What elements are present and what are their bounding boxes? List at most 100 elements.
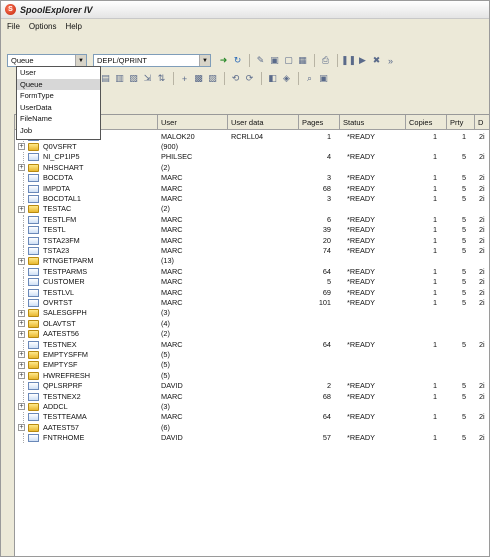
play-icon[interactable]: ▶: [356, 54, 369, 67]
expand-toggle-icon[interactable]: +: [18, 372, 25, 380]
table-row[interactable]: TESTNEX MARC 64 *READY 1 5 2i: [15, 339, 489, 350]
expand-toggle-icon[interactable]: +: [18, 320, 25, 328]
expand-toggle-icon[interactable]: +: [18, 143, 25, 151]
expand-toggle-icon[interactable]: +: [18, 257, 25, 265]
expand-toggle-icon[interactable]: +: [18, 164, 25, 172]
table-row[interactable]: + OLAVTST (4): [15, 319, 489, 329]
queue-combo[interactable]: DEPL/QPRINT ▼: [93, 54, 211, 67]
column-header-priority[interactable]: Prty: [447, 115, 475, 130]
cell-d: [479, 308, 489, 318]
table-row[interactable]: TESTTEAMA MARC 64 *READY 1 5 2i: [15, 412, 489, 423]
table-row[interactable]: TESTNEX2 MARC 68 *READY 1 5 2i: [15, 391, 489, 402]
table-row[interactable]: IMPDTA MARC 68 *READY 1 5 2i: [15, 183, 489, 194]
tool-e-icon[interactable]: ⇅: [155, 72, 168, 85]
add-icon[interactable]: +: [178, 72, 191, 85]
table-row[interactable]: NI_CP1IP5 PHILSEC 4 *READY 1 5 2i: [15, 152, 489, 163]
tree-line: [23, 245, 24, 257]
dropdown-option-filename[interactable]: FileName: [17, 113, 100, 125]
print-icon[interactable]: ⎙: [319, 54, 332, 67]
dropdown-option-formtype[interactable]: FormType: [17, 90, 100, 102]
table-row[interactable]: + AATEST57 (6): [15, 423, 489, 433]
column-header-user[interactable]: User: [158, 115, 228, 130]
tool-b-icon[interactable]: ▥: [113, 72, 126, 85]
more-icon[interactable]: »: [384, 54, 397, 67]
table-row[interactable]: TESTPARMS MARC 64 *READY 1 5 2i: [15, 266, 489, 278]
tool-k-icon[interactable]: ◈: [280, 72, 293, 85]
column-header-pages[interactable]: Pages: [299, 115, 340, 130]
expand-toggle-icon[interactable]: +: [18, 403, 25, 411]
view-type-value: Queue: [11, 56, 34, 65]
table-row[interactable]: TSTA23 MARC 74 *READY 1 5 2i: [15, 245, 489, 257]
tool-d-icon[interactable]: ⇲: [141, 72, 154, 85]
column-header-user-data[interactable]: User data: [228, 115, 299, 130]
column-header-d[interactable]: D: [475, 115, 489, 130]
table-row[interactable]: TSTA23FM MARC 20 *READY 1 5 2i: [15, 235, 489, 246]
expand-toggle-icon[interactable]: +: [18, 424, 25, 432]
tool-icon[interactable]: ✎: [254, 54, 267, 67]
tool-l-icon[interactable]: ▣: [317, 72, 330, 85]
chevron-down-icon[interactable]: ▼: [75, 55, 86, 66]
chevron-down-icon[interactable]: ▼: [199, 55, 210, 66]
table-row[interactable]: + AATEST56 (2): [15, 329, 489, 339]
search-icon[interactable]: ⌕: [303, 72, 316, 85]
table-row[interactable]: + EMPTYSFFM (5): [15, 350, 489, 360]
tool-f-icon[interactable]: ▩: [192, 72, 205, 85]
table-row[interactable]: + TESTAC (2): [15, 204, 489, 214]
column-header-copies[interactable]: Copies: [406, 115, 447, 130]
table-row[interactable]: OVRTST MARC 101 *READY 1 5 2i: [15, 297, 489, 309]
table-row[interactable]: BOCDTAL1 MARC 3 *READY 1 5 2i: [15, 193, 489, 205]
table-row[interactable]: + HWREFRESH (5): [15, 371, 489, 381]
dropdown-option-userdata[interactable]: UserData: [17, 102, 100, 114]
expand-toggle-icon[interactable]: +: [18, 351, 25, 359]
open-icon[interactable]: ▣: [268, 54, 281, 67]
table-row[interactable]: TESTL MARC 39 *READY 1 5 2i: [15, 225, 489, 236]
pause-icon[interactable]: ❚❚: [341, 54, 356, 67]
go-arrow-icon[interactable]: ➜: [217, 54, 230, 67]
table-row[interactable]: FNTRHOME DAVID 57 *READY 1 5 2i: [15, 433, 489, 444]
tool-i-icon[interactable]: ⟳: [243, 72, 256, 85]
cell-user-data: [231, 308, 297, 318]
expand-toggle-icon[interactable]: +: [18, 205, 25, 213]
tool-g-icon[interactable]: ▨: [206, 72, 219, 85]
cell-priority: 5: [461, 183, 466, 193]
tool-j-icon[interactable]: ◧: [266, 72, 279, 85]
cell-status: *READY: [347, 152, 375, 162]
dropdown-option-job[interactable]: Job: [17, 125, 100, 137]
view-type-dropdown-list[interactable]: User Queue FormType UserData FileName Jo…: [16, 66, 101, 140]
table-row[interactable]: QPLSRPRF DAVID 2 *READY 1 5 2i: [15, 381, 489, 392]
table-row[interactable]: TESTLVL MARC 69 *READY 1 5 2i: [15, 287, 489, 298]
cell-copies: 1: [432, 412, 437, 422]
delete-icon[interactable]: ✖: [370, 54, 383, 67]
table-row[interactable]: + ADDCL (3): [15, 402, 489, 412]
document-icon[interactable]: ▢: [282, 54, 295, 67]
expand-toggle-icon[interactable]: +: [18, 361, 25, 369]
refresh-icon[interactable]: ↻: [231, 54, 244, 67]
table-row[interactable]: + Q0VSFRT (900): [15, 141, 489, 152]
tool-h-icon[interactable]: ⟲: [229, 72, 242, 85]
table-row[interactable]: CUSTOMER MARC 5 *READY 1 5 2i: [15, 277, 489, 288]
cell-d: 2i: [479, 235, 485, 245]
tool-c-icon[interactable]: ▧: [127, 72, 140, 85]
expand-toggle-icon[interactable]: +: [18, 330, 25, 338]
table-row[interactable]: TESTLFM MARC 6 *READY 1 5 2i: [15, 214, 489, 226]
table-row[interactable]: + EMPTYSF (5): [15, 360, 489, 370]
table-row[interactable]: + SALESGFPH (3): [15, 308, 489, 318]
cell-pages: [299, 350, 331, 360]
cell-user: (2): [161, 204, 170, 214]
table-row[interactable]: BOCDTA MARC 3 *READY 1 5 2i: [15, 173, 489, 184]
folder-icon: [28, 319, 39, 328]
cell-user: (900): [161, 141, 179, 151]
dropdown-option-user[interactable]: User: [17, 67, 100, 79]
cell-priority: 1: [461, 131, 466, 141]
table-row[interactable]: + NHSCHART (2): [15, 163, 489, 173]
expand-toggle-icon[interactable]: +: [18, 309, 25, 317]
dropdown-option-queue[interactable]: Queue: [17, 78, 100, 90]
spool-file-grid[interactable]: User User data Pages Status Copies Prty …: [14, 114, 489, 556]
grid-icon[interactable]: ▦: [296, 54, 309, 67]
menu-options[interactable]: Options: [29, 22, 57, 31]
menu-help[interactable]: Help: [65, 22, 81, 31]
column-header-status[interactable]: Status: [340, 115, 406, 130]
table-row[interactable]: + RTNGETPARM (13): [15, 256, 489, 266]
toolbar-separator: [224, 72, 225, 85]
menu-file[interactable]: File: [7, 22, 20, 31]
